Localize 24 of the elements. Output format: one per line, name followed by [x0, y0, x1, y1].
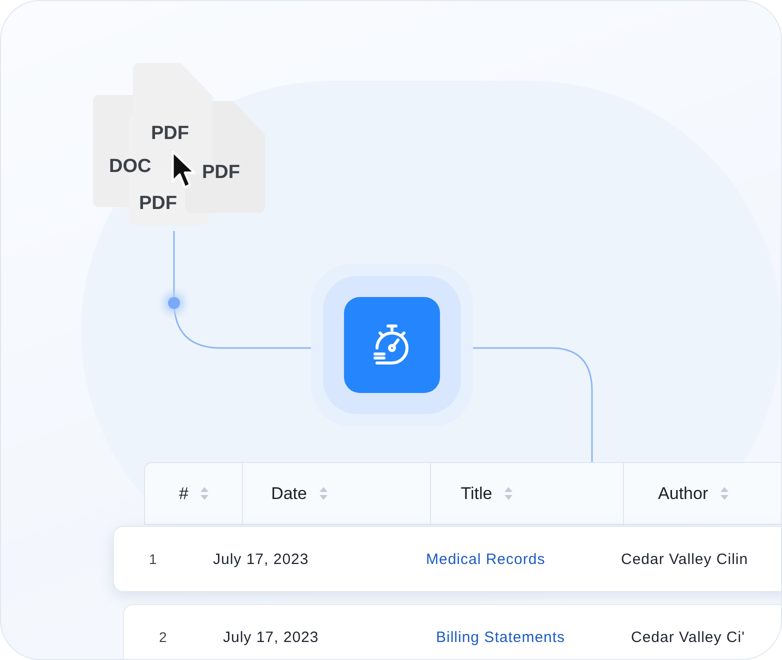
row-number: 2 — [159, 629, 168, 645]
table-row[interactable]: 1 July 17, 2023 Medical Records Cedar Valley Cilin — [113, 526, 781, 592]
file-type-label: PDF — [139, 193, 177, 215]
author-cell: Cedar Valley Cilin — [621, 550, 748, 568]
sort-icon[interactable] — [504, 486, 514, 501]
cursor-icon — [170, 150, 198, 190]
table-row[interactable]: 2 July 17, 2023 Billing Statements Cedar Valley Ci' — [123, 604, 781, 659]
column-header[interactable]: Title — [460, 484, 492, 504]
title-link[interactable]: Medical Records — [426, 550, 546, 568]
row-number: 1 — [149, 551, 158, 567]
column-header[interactable]: Date — [271, 484, 307, 504]
column-header[interactable]: # — [179, 484, 188, 504]
sort-icon[interactable] — [720, 486, 730, 501]
sort-icon[interactable] — [319, 486, 328, 501]
sort-icon[interactable] — [200, 486, 210, 501]
file-type-label: DOC — [109, 156, 152, 178]
title-link[interactable]: Billing Statements — [436, 628, 566, 646]
date-cell: July 17, 2023 — [223, 628, 319, 646]
date-cell: July 17, 2023 — [213, 550, 309, 568]
stopwatch-button[interactable] — [344, 297, 440, 393]
file-type-label: PDF — [151, 123, 189, 145]
author-cell: Cedar Valley Ci' — [631, 628, 745, 646]
file-type-label: PDF — [202, 162, 240, 184]
column-header[interactable]: Author — [658, 484, 708, 504]
